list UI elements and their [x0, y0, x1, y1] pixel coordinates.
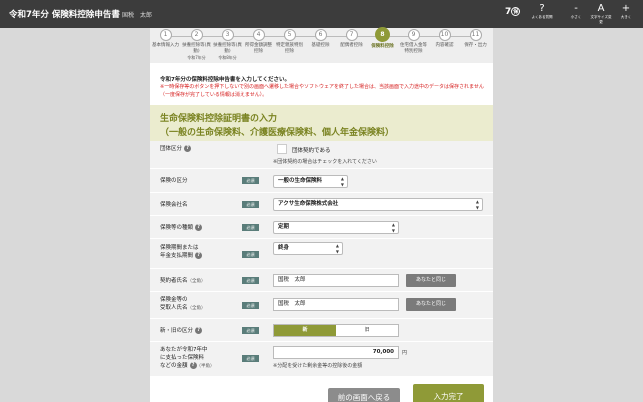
amount-label-line2: に支払った保険料 — [160, 355, 205, 361]
period-label-line1: 保険期間または — [160, 245, 199, 251]
insurance-type-select[interactable]: 一般の生命保険料 ▲ ▼ — [273, 175, 348, 188]
step-11: 11 保存・出力 — [464, 29, 487, 48]
amount-unit: 円 — [402, 350, 408, 356]
font-smaller-button[interactable]: - 小さく — [565, 3, 587, 25]
step-7: 7 配偶者控除 — [340, 29, 363, 48]
required-badge: 必須 — [242, 201, 259, 208]
beneficiary-label-line1: 保険金等の — [160, 297, 188, 303]
company-select[interactable]: アクサ生命保険株式会社 ▲ ▼ — [273, 198, 483, 211]
period-select[interactable]: 終身 ▲ ▼ — [273, 242, 343, 255]
company-label: 保険会社名 — [160, 202, 188, 208]
new-old-label: 新・旧の区分 — [160, 328, 194, 334]
row-beneficiary: 保険金等の 受取人氏名（全角） 必須 国税 太郎 あなたと同じ — [150, 292, 493, 319]
intro-text: 令和7年分の保険料控除申告書を入力してください。 — [160, 77, 290, 83]
help-icon[interactable]: ? — [189, 362, 197, 369]
same-as-you-button[interactable]: あなたと同じ — [406, 274, 456, 287]
new-option[interactable]: 新 — [274, 325, 336, 336]
group-note: ※団体契約の場合はチェックを入れてください — [273, 159, 377, 165]
font-size-button[interactable]: A 文字サイズ変更 — [590, 3, 612, 25]
beneficiary-label-line2: 受取人氏名 — [160, 305, 188, 311]
main-form: 令和7年分の保険料控除申告書を入力してください。 ※一時保存等のボタンを押下しな… — [150, 63, 493, 402]
help-icon[interactable]: ? — [195, 327, 203, 334]
row-period: 保険期間または 年金支払期間? 必須 終身 ▲ ▼ — [150, 239, 493, 269]
font-larger-button[interactable]: + 大きく — [615, 3, 637, 25]
step-4: 4 所得金額調整控除 — [245, 29, 272, 54]
step-1: 1 基本情報入力 — [152, 29, 179, 48]
select-arrows-icon: ▲ ▼ — [391, 222, 395, 233]
insurance-mark-icon: 保 — [511, 7, 521, 16]
step-6: 6 基礎控除 — [311, 29, 330, 48]
input-complete-button[interactable]: 入力完了 — [413, 384, 484, 402]
help-icon: ? — [539, 3, 545, 14]
step-10: 10 内容確認 — [435, 29, 454, 48]
step-8-current: 8 保険料控除 — [367, 27, 398, 50]
section-title: 生命保険料控除証明書の入力 — [160, 114, 278, 124]
kind-label: 保険等の種類 — [160, 225, 194, 231]
required-badge: 必須 — [242, 251, 259, 258]
row-insurance-type: 保険の区分 必須 一般の生命保険料 ▲ ▼ — [150, 169, 493, 193]
help-icon[interactable]: ? — [195, 224, 203, 231]
save-warning: ※一時保存等のボタンを押下しないで別の画面へ遷移した場合やソフトウェアを終了した… — [160, 84, 484, 98]
required-badge: 必須 — [242, 277, 259, 284]
select-arrows-icon: ▲ ▼ — [340, 176, 344, 187]
required-badge: 必須 — [242, 302, 259, 309]
period-label-line2: 年金支払期間 — [160, 253, 194, 259]
required-badge: 必須 — [242, 355, 259, 362]
step-2: 2 扶養控除等(異動) 令和7年分 — [182, 29, 211, 60]
amount-input[interactable]: 70,000 — [273, 346, 399, 359]
back-button[interactable]: 前の画面へ戻る — [328, 388, 400, 402]
required-badge: 必須 — [242, 224, 259, 231]
old-option[interactable]: 旧 — [336, 325, 398, 336]
year-badge: 7保 — [505, 7, 521, 17]
row-group: 団体区分? 団体契約である ※団体契約の場合はチェックを入れてください — [150, 141, 493, 169]
plus-icon: + — [621, 3, 631, 14]
select-arrows-icon: ▲ ▼ — [475, 199, 479, 210]
minus-icon: - — [574, 3, 578, 14]
faq-button[interactable]: ? よくある質問 — [531, 3, 553, 25]
group-contract-checkbox[interactable] — [277, 144, 287, 154]
amount-label-line3: などの金額 — [160, 363, 188, 369]
insurance-type-label: 保険の区分 — [160, 178, 188, 184]
step-progress: 1 基本情報入力 2 扶養控除等(異動) 令和7年分 3 扶養控除等(異動) 令和8年分 … — [150, 27, 493, 63]
row-new-old: 新・旧の区分? 必須 新 旧 — [150, 319, 493, 342]
row-amount: あなたが令和7年中 に支払った保険料 などの金額? （半角） 必須 70,000 円 … — [150, 342, 493, 377]
app-title: 令和7年分 保険料控除申告書 — [9, 10, 120, 20]
select-arrows-icon: ▲ ▼ — [335, 243, 339, 254]
row-contractor: 契約者氏名（全角） 必須 国税 太郎 あなたと同じ — [150, 269, 493, 292]
new-old-toggle[interactable]: 新 旧 — [273, 324, 399, 337]
required-badge: 必須 — [242, 327, 259, 334]
app-header: 令和7年分 保険料控除申告書 国税 太郎 7保 ? よくある質問 - 小さく A… — [0, 0, 643, 28]
same-as-you-button[interactable]: あなたと同じ — [406, 298, 456, 311]
amount-label-line1: あなたが令和7年中 — [160, 347, 208, 353]
group-checkbox-label: 団体契約である — [292, 148, 331, 154]
help-icon[interactable]: ? — [195, 252, 203, 259]
row-kind: 保険等の種類? 必須 定期 ▲ ▼ — [150, 216, 493, 239]
contractor-label: 契約者氏名 — [160, 278, 188, 284]
user-name: 国税 太郎 — [122, 12, 153, 19]
beneficiary-name-input[interactable]: 国税 太郎 — [273, 298, 399, 311]
contractor-name-input[interactable]: 国税 太郎 — [273, 274, 399, 287]
kind-select[interactable]: 定期 ▲ ▼ — [273, 221, 399, 234]
help-icon[interactable]: ? — [184, 145, 192, 152]
step-9: 9 住宅借入金等特別控除 — [400, 29, 427, 54]
section-header: 生命保険料控除証明書の入力 （一般の生命保険料、介護医療保険料、個人年金保険料） — [150, 105, 493, 141]
amount-note: ※分配を受けた剰余金等の控除後の金額 — [273, 363, 363, 369]
step-3: 3 扶養控除等(異動) 令和8年分 — [213, 29, 242, 60]
group-label: 団体区分 — [160, 146, 183, 152]
section-subtitle: （一般の生命保険料、介護医療保険料、個人年金保険料） — [160, 128, 395, 138]
row-company: 保険会社名 必須 アクサ生命保険株式会社 ▲ ▼ — [150, 193, 493, 216]
step-5: 5 特定親族特別控除 — [276, 29, 303, 54]
required-badge: 必須 — [242, 177, 259, 184]
font-size-icon: A — [597, 3, 605, 14]
